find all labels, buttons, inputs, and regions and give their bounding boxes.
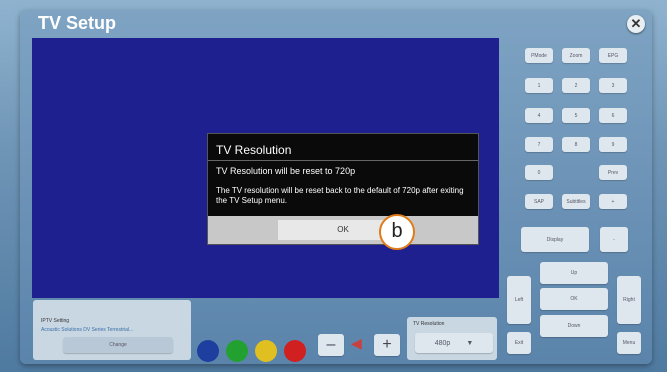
dialog-body: The TV resolution will be reset back to … [216,186,464,205]
green-button[interactable] [226,340,248,362]
key-2[interactable]: 2 [562,78,590,93]
change-button[interactable]: Change [63,337,173,353]
subtitles-button[interactable]: Subtitles [562,194,590,209]
display-button[interactable]: Display [521,227,589,252]
key-0[interactable]: 0 [525,165,553,180]
up-button[interactable]: Up [540,262,608,284]
dialog-title: TV Resolution [216,143,292,157]
dialog-divider [208,160,478,161]
dialog-subtitle: TV Resolution will be reset to 720p [216,166,356,176]
tv-resolution-value: 480p [434,339,451,347]
chevron-down-icon: ▼ [466,339,474,347]
resolution-dialog: TV Resolution TV Resolution will be rese… [207,133,479,245]
volume-up-button[interactable]: + [374,334,400,356]
exit-button[interactable]: Exit [507,332,531,354]
iptv-panel: IPTV Setting Acoustic Solutions DV Serie… [33,300,191,360]
iptv-value: Acoustic Solutions DV Series Terrestrial… [41,327,134,333]
right-button[interactable]: Right [617,276,641,324]
callout-b: b [379,214,415,250]
pmode-button[interactable]: PMode [525,48,553,63]
zoom-button[interactable]: Zoom [562,48,590,63]
red-button[interactable] [284,340,306,362]
tv-resolution-select[interactable]: 480p ▼ [415,333,493,353]
plus-button[interactable]: + [599,194,627,209]
iptv-label: IPTV Setting [41,318,70,324]
key-9[interactable]: 9 [599,137,627,152]
tv-resolution-label: TV Resolution [413,321,445,327]
volume-down-button[interactable]: – [318,334,344,356]
window-title: TV Setup [38,13,117,33]
yellow-button[interactable] [255,340,277,362]
speaker-icon: ◀ [351,335,362,351]
key-5[interactable]: 5 [562,108,590,123]
epg-button[interactable]: EPG [599,48,627,63]
key-1[interactable]: 1 [525,78,553,93]
minus-button[interactable]: - [600,227,628,252]
tv-resolution-panel: TV Resolution 480p ▼ [407,317,497,360]
prev-button[interactable]: Prev [599,165,627,180]
sap-button[interactable]: SAP [525,194,553,209]
key-6[interactable]: 6 [599,108,627,123]
left-button[interactable]: Left [507,276,531,324]
nav-ok-button[interactable]: OK [540,288,608,310]
dialog-footer: OK [208,216,478,244]
key-3[interactable]: 3 [599,78,627,93]
down-button[interactable]: Down [540,315,608,337]
key-7[interactable]: 7 [525,137,553,152]
key-4[interactable]: 4 [525,108,553,123]
key-8[interactable]: 8 [562,137,590,152]
close-icon[interactable]: ✕ [627,15,645,33]
blue-button[interactable] [197,340,219,362]
menu-button[interactable]: Menu [617,332,641,354]
